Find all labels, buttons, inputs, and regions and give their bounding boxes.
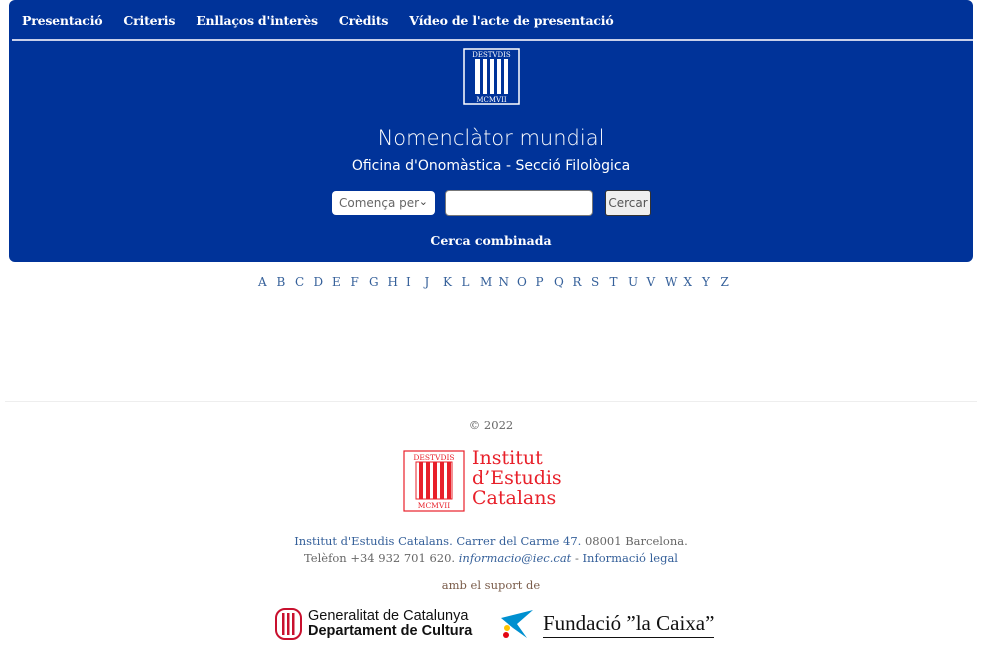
footer-address: Institut d'Estudis Catalans. Carrer del … <box>294 534 688 565</box>
svg-text:DESTVDIS: DESTVDIS <box>413 453 454 462</box>
letter-link-e[interactable]: E <box>332 275 351 289</box>
search-mode-select[interactable]: Comença per ⌄ <box>332 191 435 215</box>
letter-link-z[interactable]: Z <box>721 275 740 289</box>
iec-logo-text: Institut d’Estudis Catalans <box>472 447 562 509</box>
svg-text:MCMVII: MCMVII <box>476 96 507 104</box>
letter-link-r[interactable]: R <box>573 275 592 289</box>
letter-link-l[interactable]: L <box>462 275 481 289</box>
copyright: © 2022 <box>468 418 514 432</box>
search-input[interactable] <box>445 190 593 216</box>
svg-text:DESTVDIS: DESTVDIS <box>472 51 511 59</box>
top-nav: Presentació Criteris Enllaços d'interès … <box>22 13 614 28</box>
letter-link-f[interactable]: F <box>351 275 370 289</box>
letter-link-b[interactable]: B <box>277 275 296 289</box>
letter-link-o[interactable]: O <box>517 275 536 289</box>
header-banner: Presentació Criteris Enllaços d'interès … <box>9 0 973 262</box>
letter-link-m[interactable]: M <box>480 275 499 289</box>
letter-link-u[interactable]: U <box>628 275 647 289</box>
letter-link-q[interactable]: Q <box>554 275 573 289</box>
iec-address-link[interactable]: Institut d'Estudis Catalans. Carrer del … <box>294 534 581 548</box>
search-button[interactable]: Cercar <box>605 190 651 216</box>
iec-seal-logo-red: DESTVDIS MCMVII <box>403 450 465 512</box>
letter-link-x[interactable]: X <box>684 275 703 289</box>
gencat-emblem-icon <box>275 608 302 640</box>
letter-link-t[interactable]: T <box>610 275 629 289</box>
page-title: Nomenclàtor mundial <box>377 126 605 150</box>
letter-link-j[interactable]: J <box>425 275 444 289</box>
letter-link-c[interactable]: C <box>295 275 314 289</box>
letter-link-a[interactable]: A <box>258 275 277 289</box>
letter-link-n[interactable]: N <box>499 275 518 289</box>
page-subtitle: Oficina d'Onomàstica - Secció Filològica <box>351 158 631 174</box>
iec-seal-logo: DESTVDIS MCMVII <box>463 48 520 105</box>
nav-enllacos[interactable]: Enllaços d'interès <box>196 13 318 28</box>
letter-link-s[interactable]: S <box>591 275 610 289</box>
email-link[interactable]: informacio@iec.cat <box>459 551 572 565</box>
footer-divider <box>5 401 977 402</box>
select-value: Comença per <box>339 196 420 210</box>
letter-link-k[interactable]: K <box>443 275 462 289</box>
letter-link-y[interactable]: Y <box>702 275 721 289</box>
svg-text:MCMVII: MCMVII <box>418 501 450 510</box>
letter-link-g[interactable]: G <box>369 275 388 289</box>
combined-search-link[interactable]: Cerca combinada <box>9 233 973 248</box>
chevron-down-icon: ⌄ <box>418 195 428 208</box>
letter-link-w[interactable]: W <box>665 275 684 289</box>
letter-link-h[interactable]: H <box>388 275 407 289</box>
support-label: amb el suport de <box>441 578 541 592</box>
la-caixa-logo: Fundació ”la Caixa” <box>497 608 715 640</box>
nav-divider <box>12 39 973 41</box>
la-caixa-star-icon <box>501 610 533 638</box>
legal-link[interactable]: Informació legal <box>583 551 678 565</box>
letter-link-p[interactable]: P <box>536 275 555 289</box>
letter-link-d[interactable]: D <box>314 275 333 289</box>
gencat-logo: Generalitat de Catalunya Departament de C… <box>275 608 472 640</box>
letter-link-i[interactable]: I <box>406 275 425 289</box>
nav-presentacio[interactable]: Presentació <box>22 13 103 28</box>
nav-video[interactable]: Vídeo de l'acte de presentació <box>409 13 613 28</box>
nav-criteris[interactable]: Criteris <box>123 13 175 28</box>
alphabet-index: (function(){const d=JSON.parse(document.… <box>258 275 739 289</box>
letter-link-v[interactable]: V <box>647 275 666 289</box>
nav-credits[interactable]: Crèdits <box>339 13 389 28</box>
